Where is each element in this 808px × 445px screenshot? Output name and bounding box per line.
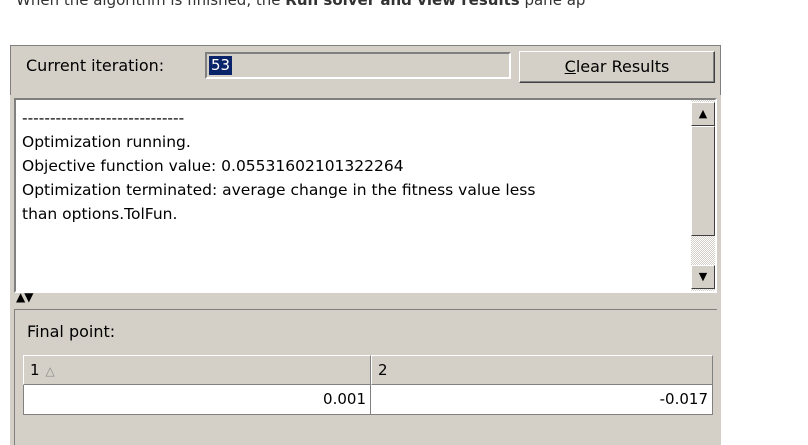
doc-text-bold: Run solver and view results — [285, 0, 520, 9]
cell-value-2[interactable]: -0.017 — [371, 385, 713, 415]
table-row: 0.001 -0.017 — [23, 385, 713, 415]
clear-results-label: lear Results — [575, 57, 670, 76]
pane-splitter[interactable]: ▲▼ — [10, 290, 721, 305]
table-header-row: 1 △ 2 — [23, 355, 713, 385]
run-solver-panel: Current iteration: 53 Clear Results ----… — [10, 45, 721, 445]
final-point-table: 1 △ 2 0.001 -0.017 — [23, 355, 713, 415]
sort-ascending-icon: △ — [45, 364, 55, 378]
current-iteration-label: Current iteration: — [26, 56, 165, 75]
final-point-label: Final point: — [27, 322, 116, 341]
doc-text-suffix: pane ap — [519, 0, 586, 9]
scroll-thumb[interactable] — [691, 126, 715, 236]
results-log[interactable]: ----------------------------- Optimizati… — [14, 98, 717, 293]
log-scrollbar[interactable]: ▲ ▼ — [691, 100, 715, 291]
clear-results-button[interactable]: Clear Results — [519, 51, 715, 83]
results-log-text: ----------------------------- Optimizati… — [22, 109, 536, 223]
current-iteration-field[interactable]: 53 — [205, 52, 511, 79]
doc-text-prefix: When the algorithm is finished, the — [16, 0, 286, 9]
column-header-2-label: 2 — [378, 361, 388, 379]
scroll-up-icon[interactable]: ▲ — [691, 102, 715, 126]
cell-value-1[interactable]: 0.001 — [23, 385, 371, 415]
column-header-2[interactable]: 2 — [371, 355, 713, 385]
splitter-arrows-icon[interactable]: ▲▼ — [16, 290, 33, 304]
current-iteration-value: 53 — [209, 56, 233, 75]
scroll-down-icon[interactable]: ▼ — [691, 265, 715, 289]
clear-results-mnemonic: C — [564, 57, 576, 76]
final-point-pane: Final point: 1 △ 2 0.001 -0.017 — [14, 309, 717, 445]
column-header-1[interactable]: 1 △ — [23, 355, 371, 385]
doc-intro-text: When the algorithm is finished, the Run … — [16, 0, 585, 9]
column-header-1-label: 1 — [30, 361, 40, 379]
